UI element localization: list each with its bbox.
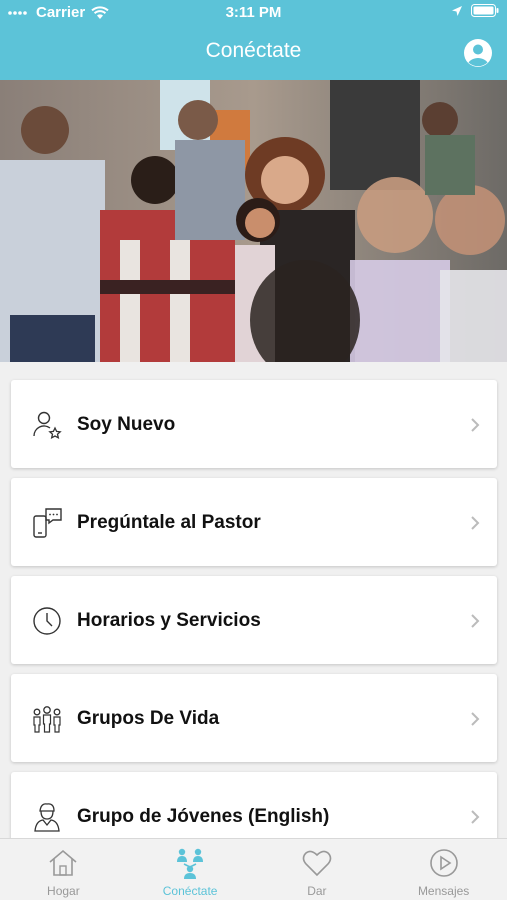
tab-label: Hogar — [47, 884, 80, 898]
menu-item-grupos-de-vida[interactable]: Grupos De Vida — [11, 674, 497, 762]
chevron-right-icon — [471, 516, 480, 530]
person-star-icon — [33, 411, 62, 440]
menu-item-soy-nuevo[interactable]: Soy Nuevo — [11, 380, 497, 468]
battery-icon — [471, 4, 499, 17]
heart-icon — [302, 850, 332, 877]
tab-label: Mensajes — [417, 884, 470, 898]
tab-bar: Hogar Conéctate Dar Mensajes — [0, 838, 507, 900]
chevron-right-icon — [471, 614, 480, 628]
menu-item-preguntale[interactable]: Pregúntale al Pastor — [11, 478, 497, 566]
menu-item-horarios[interactable]: Horarios y Servicios — [11, 576, 497, 664]
user-circle-icon[interactable] — [463, 38, 493, 68]
status-time: 3:11 PM — [225, 4, 282, 21]
menu-item-label: Grupo de Jóvenes (English) — [77, 806, 330, 827]
phone-chat-icon — [33, 508, 62, 538]
connect-icon — [177, 848, 204, 879]
menu-item-label: Grupos De Vida — [77, 708, 220, 729]
group-icon — [33, 706, 61, 733]
status-right — [451, 4, 499, 17]
chevron-right-icon — [471, 712, 480, 726]
tab-conectate[interactable]: Conéctate — [127, 839, 254, 900]
chevron-right-icon — [471, 810, 480, 824]
chevron-right-icon — [471, 418, 480, 432]
hero-image — [0, 80, 507, 362]
top-bar: Carrier 3:11 PM Conéctate — [0, 0, 507, 80]
play-icon — [429, 849, 458, 877]
location-arrow-icon — [452, 5, 462, 16]
menu-list: Soy Nuevo Pregúntale al Pastor Horarios … — [11, 380, 497, 870]
tab-mensajes[interactable]: Mensajes — [380, 839, 507, 900]
status-bar: Carrier 3:11 PM — [0, 0, 507, 26]
church-congregation-photo — [0, 80, 507, 362]
tab-label: Dar — [307, 884, 327, 898]
page-title: Conéctate — [205, 39, 302, 62]
menu-item-label: Pregúntale al Pastor — [77, 512, 261, 533]
tab-dar[interactable]: Dar — [254, 839, 381, 900]
tab-hogar[interactable]: Hogar — [0, 839, 127, 900]
tab-label: Conéctate — [162, 884, 218, 898]
menu-item-label: Horarios y Servicios — [77, 610, 261, 631]
clock-icon — [33, 607, 61, 635]
menu-item-label: Soy Nuevo — [77, 414, 176, 435]
home-icon — [49, 849, 77, 876]
young-person-icon — [34, 803, 60, 832]
